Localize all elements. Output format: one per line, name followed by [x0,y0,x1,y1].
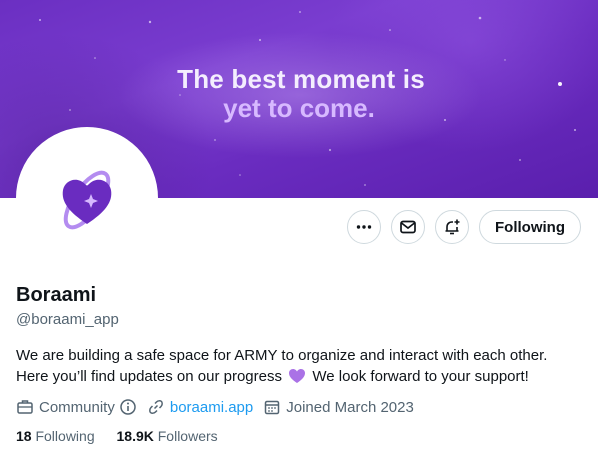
bio-line-2-start: Here you’ll find updates on our progress [16,368,282,385]
briefcase-icon [17,400,33,414]
more-button[interactable] [347,210,381,244]
calendar-icon [265,400,280,415]
more-icon [356,225,372,229]
message-button[interactable] [391,210,425,244]
followers-count: 18.9K [116,428,154,444]
followers-label: Followers [157,428,218,444]
following-label: Following [35,428,95,444]
purple-heart-emoji-icon [289,369,306,383]
notifications-button[interactable] [435,210,469,244]
profile-meta: Community boraami.app Joined March 2023 [16,397,424,417]
profile-actions: Following [0,210,598,246]
website-link[interactable]: boraami.app [170,399,253,416]
info-icon[interactable] [119,398,137,416]
following-button[interactable]: Following [479,210,581,244]
join-date: Joined March 2023 [263,398,414,416]
bio-line-2-end: We look forward to your support! [312,368,529,385]
bio-line-2: Here you’ll find updates on our progress… [16,366,586,387]
join-date-label: Joined March 2023 [286,398,414,416]
category-label: Community [39,398,115,416]
bio-line-1: We are building a safe space for ARMY to… [16,347,548,364]
profile-stats: 18 Following 18.9K Followers [16,428,236,444]
category: Community [16,398,137,416]
envelope-icon [400,220,416,234]
following-stat[interactable]: 18 Following [16,428,95,444]
profile-bio: We are building a safe space for ARMY to… [16,345,586,387]
followers-stat[interactable]: 18.9K Followers [117,428,218,444]
profile-name: Boraami [16,284,97,306]
profile-handle: @boraami_app [16,311,119,328]
following-count: 18 [16,428,32,444]
website: boraami.app [147,398,253,416]
banner-headline-line1: The best moment is [177,64,425,94]
link-icon [148,400,163,414]
banner-headline-line2: yet to come. [223,93,375,123]
bell-plus-icon [445,219,460,235]
avatar[interactable] [16,127,158,269]
